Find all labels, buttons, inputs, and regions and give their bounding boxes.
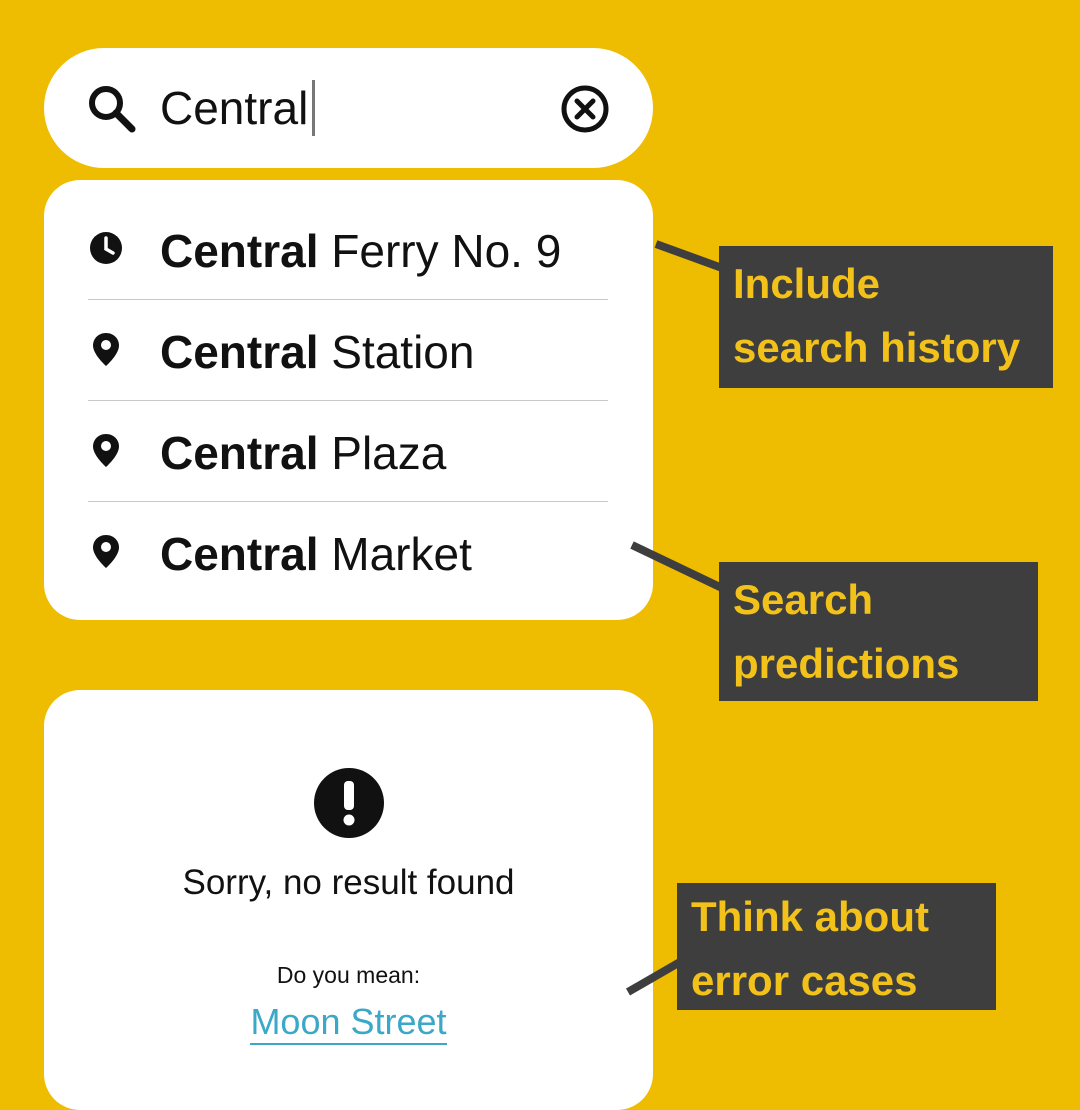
connector-predictions (630, 541, 724, 592)
callout-line: search history (733, 324, 1021, 371)
callout-line: Think about (691, 893, 929, 940)
callout-error-cases: Think about error cases (677, 883, 996, 1010)
callout-search-history: Include search history (719, 246, 1053, 388)
connector-history (654, 240, 724, 272)
connector-errors (626, 958, 682, 996)
callout-line: predictions (733, 640, 960, 687)
callout-search-predictions: Search predictions (719, 562, 1038, 701)
callout-line: Search (733, 576, 874, 623)
callout-line: Include (733, 260, 881, 307)
callout-line: error cases (691, 957, 918, 1004)
